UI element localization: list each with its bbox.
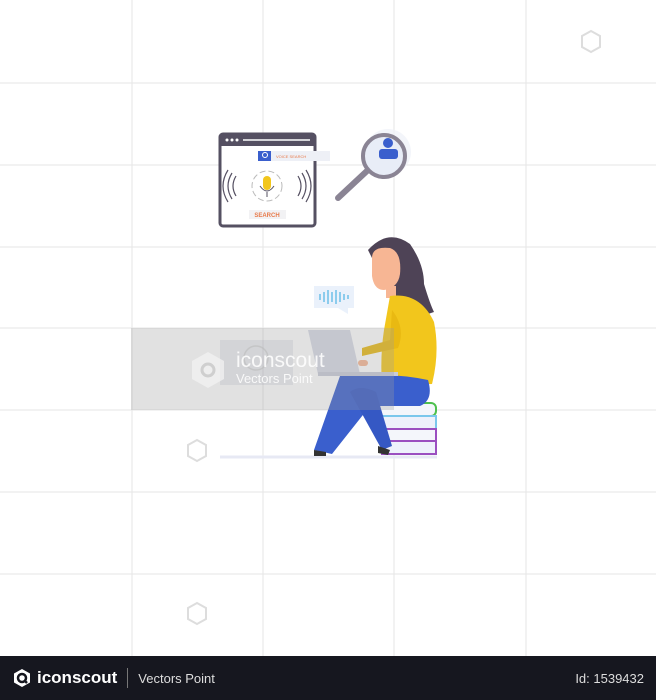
illustration: VOICE SEARCH SEARCH — [0, 0, 656, 656]
search-button-label: SEARCH — [254, 213, 279, 219]
watermark-text: iconscout Vectors Point — [236, 350, 325, 386]
browser-window: VOICE SEARCH SEARCH — [218, 132, 330, 228]
watermark-brand: iconscout — [236, 349, 325, 372]
divider — [127, 668, 129, 688]
voice-bubble — [314, 286, 354, 314]
footer-bar: iconscout Vectors Point Id: 1539432 — [0, 656, 656, 700]
watermark-author: Vectors Point — [236, 371, 313, 386]
brand-name: iconscout — [37, 668, 118, 687]
asset-id: Id: 1539432 — [575, 670, 644, 686]
iconscout-logo-icon — [14, 669, 30, 687]
magnifier-icon — [335, 129, 411, 201]
footer-brand[interactable]: iconscout — [12, 668, 117, 688]
search-box-text: VOICE SEARCH — [276, 154, 306, 159]
author-name[interactable]: Vectors Point — [138, 671, 215, 686]
